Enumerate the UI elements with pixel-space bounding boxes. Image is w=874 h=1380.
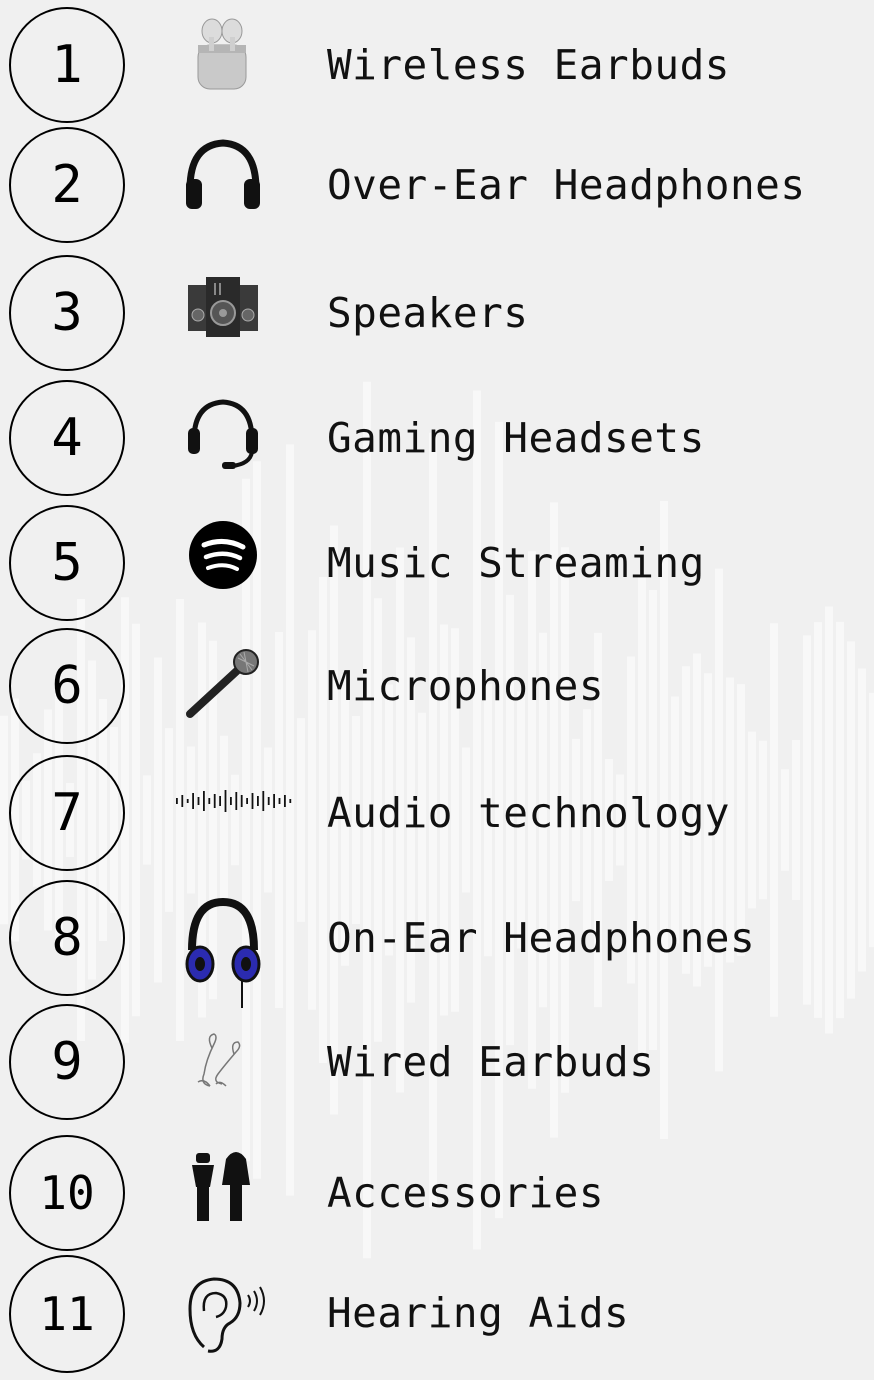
item-number-badge: 5 bbox=[9, 505, 125, 621]
item-label: Speakers bbox=[327, 289, 529, 337]
earbuds-case-icon bbox=[168, 7, 278, 97]
list-item: 6 Microphones bbox=[0, 628, 874, 748]
list-item: 11 Hearing Aids bbox=[0, 1255, 874, 1375]
item-label: Over-Ear Headphones bbox=[327, 161, 806, 209]
item-label: Gaming Headsets bbox=[327, 414, 705, 462]
soundwave-icon bbox=[172, 755, 302, 845]
item-number-badge: 9 bbox=[9, 1004, 125, 1120]
ear-plugs-icon bbox=[168, 1135, 278, 1225]
item-label: Audio technology bbox=[327, 789, 730, 837]
item-label: On-Ear Headphones bbox=[327, 914, 756, 962]
list-item: 5 Music Streaming bbox=[0, 505, 874, 625]
list-item: 4 Gaming Headsets bbox=[0, 380, 874, 500]
item-number-badge: 11 bbox=[9, 1255, 125, 1373]
headset-icon bbox=[168, 380, 278, 470]
list-item: 9 Wired Earbuds bbox=[0, 1004, 874, 1124]
item-label: Microphones bbox=[327, 662, 605, 710]
item-label: Music Streaming bbox=[327, 539, 705, 587]
item-number-badge: 2 bbox=[9, 127, 125, 243]
item-label: Accessories bbox=[327, 1169, 605, 1217]
on-ear-headphones-icon bbox=[168, 880, 278, 1008]
over-ear-headphones-icon bbox=[168, 127, 278, 217]
item-number-badge: 1 bbox=[9, 7, 125, 123]
item-number-badge: 10 bbox=[9, 1135, 125, 1251]
list-item: 10 Accessories bbox=[0, 1135, 874, 1255]
list-item: 8 On-Ear Headphones bbox=[0, 880, 874, 1008]
item-label: Wireless Earbuds bbox=[327, 41, 730, 89]
list-item: 1 Wireless Earbuds bbox=[0, 7, 874, 127]
wired-earbuds-icon bbox=[168, 1004, 278, 1094]
speakers-icon bbox=[168, 255, 278, 345]
spotify-logo-icon bbox=[168, 505, 278, 595]
item-number-badge: 3 bbox=[9, 255, 125, 371]
item-number-badge: 6 bbox=[9, 628, 125, 744]
item-number-badge: 4 bbox=[9, 380, 125, 496]
ear-icon bbox=[168, 1255, 278, 1353]
audio-category-list: 1 Wireless Earbuds 2 Over-Ear Headphones bbox=[0, 0, 874, 1380]
item-number-badge: 8 bbox=[9, 880, 125, 996]
microphone-icon bbox=[168, 628, 278, 718]
list-item: 2 Over-Ear Headphones bbox=[0, 127, 874, 247]
item-number-badge: 7 bbox=[9, 755, 125, 871]
list-item: 7 Audio technology bbox=[0, 755, 874, 875]
item-label: Wired Earbuds bbox=[327, 1038, 655, 1086]
list-item: 3 Speakers bbox=[0, 255, 874, 375]
item-label: Hearing Aids bbox=[327, 1289, 630, 1337]
